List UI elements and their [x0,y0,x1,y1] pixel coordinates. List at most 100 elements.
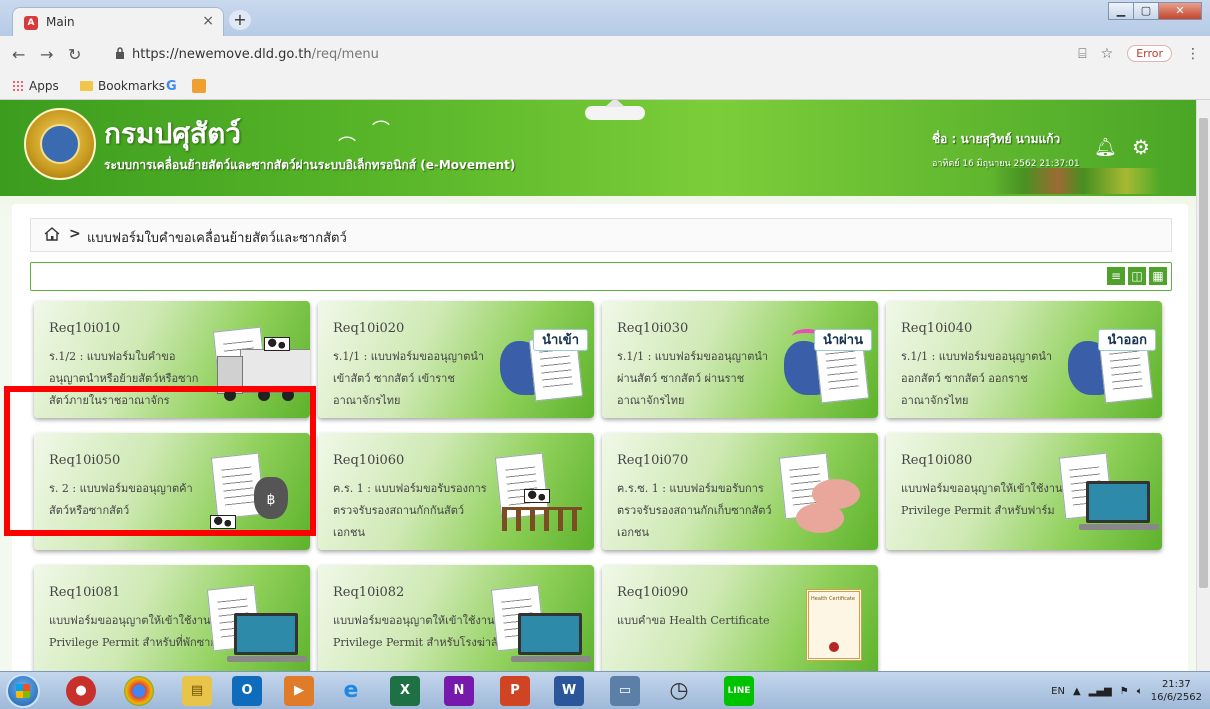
bookmark-app-icon [192,79,206,93]
form-card-req10i030[interactable]: Req10i030 ร.1/1 : แบบฟอร์มขออนุญาตนำผ่าน… [602,301,878,418]
forward-arrow-icon[interactable]: → [40,45,53,64]
form-card-req10i081[interactable]: Req10i081 แบบฟอร์มขออนุญาตให้เข้าใช้งาน … [34,565,310,671]
card-code: Req10i080 [901,453,973,468]
browser-tab-main[interactable]: A Main × [12,7,224,36]
bookmark-orange[interactable] [192,79,206,93]
view-toggle-group: ≡ ◫ ▦ [1107,267,1167,285]
form-card-req10i060[interactable]: Req10i060 ฅ.ร. 1 : แบบฟอร์มขอรับรองการตร… [318,433,594,550]
tab-close-icon[interactable]: × [202,13,214,29]
airplane-decoration [585,100,645,120]
clock-date: 16/6/2562 [1150,692,1202,703]
network-icon[interactable]: ⚑ [1120,686,1129,697]
notification-bell-icon[interactable]: 🔔︎ [1094,137,1117,158]
form-card-req10i082[interactable]: Req10i082 แบบฟอร์มขออนุญาตให้เข้าใช้งาน … [318,565,594,671]
card-description: ร.1/1 : แบบฟอร์มขออนุญาตนำผ่านสัตว์ ซากส… [617,350,769,407]
chrome-icon[interactable] [124,676,154,706]
settings-gear-icon[interactable]: ⚙ [1132,135,1150,159]
outlook-icon[interactable]: O [232,676,262,706]
close-window-button[interactable]: ✕ [1158,2,1202,20]
bookmark-google[interactable]: G [166,79,177,94]
health-certificate-illustration: Health Certificate [778,587,870,667]
grid-view-button[interactable]: ▦ [1149,267,1167,285]
card-badge: นำออก [1098,329,1156,351]
page-viewport: กรมปศุสัตว์ ระบบการเคลื่อนย้ายสัตว์และซา… [0,100,1196,671]
card-code: Req10i040 [901,321,973,336]
bird-decoration-icon: ⌒ [338,136,356,157]
bookmark-star-icon[interactable]: ☆ [1101,46,1114,62]
back-arrow-icon[interactable]: ← [12,45,25,64]
browser-toolbar: ← → ↻ https://newemove.dld.go.th/req/men… [0,36,1210,74]
quarantine-illustration [494,452,586,535]
start-button[interactable] [6,674,40,708]
minimize-button[interactable]: ▁ [1108,2,1134,20]
clock-app-icon[interactable]: ◷ [664,676,694,706]
breadcrumb-current: แบบฟอร์มใบคำขอเคลื่อนย้ายสัตว์และซากสัตว… [87,231,347,246]
address-bar[interactable]: https://newemove.dld.go.th/req/menu [100,42,1160,68]
maximize-button[interactable]: ▢ [1133,2,1159,20]
card-code: Req10i082 [333,585,405,600]
form-card-req10i070[interactable]: Req10i070 ฅ.ร.ซ. 1 : แบบฟอร์มขอรับการตรว… [602,433,878,550]
laptop-illustration [206,584,307,667]
filter-bar: ≡ ◫ ▦ [30,262,1172,291]
form-card-req10i090[interactable]: Req10i090 แบบคำขอ Health Certificate Hea… [602,565,878,671]
line-app-icon[interactable]: LINE [724,676,754,706]
language-indicator[interactable]: EN [1051,686,1065,697]
red-highlight-box [4,386,316,536]
site-favicon-icon: A [24,16,38,30]
home-icon[interactable] [44,227,60,241]
user-name: ชื่อ : นายสุวิทย์ นามแก้ว [932,132,1061,146]
reload-icon[interactable]: ↻ [68,45,81,64]
card-code: Req10i020 [333,321,405,336]
tab-title: Main [46,15,75,29]
form-card-req10i040[interactable]: Req10i040 ร.1/1 : แบบฟอร์มขออนุญาตนำออกส… [886,301,1162,418]
list-view-button[interactable]: ≡ [1107,267,1125,285]
card-description: ร.1/1 : แบบฟอร์มขออนุญาตนำออกสัตว์ ซากสั… [901,350,1053,407]
card-code: Req10i090 [617,585,689,600]
apps-grid-icon [12,80,24,92]
card-description: ฅ.ร. 1 : แบบฟอร์มขอรับรองการตรวจรับรองสถ… [333,482,487,539]
windows-taskbar: ● ▤ O ▶ e X N P W ▭ ◷ LINE EN ▲ ▂▄▆ ⚑ 🔈︎… [0,671,1210,709]
word-icon[interactable]: W [554,676,584,706]
page-scrollbar[interactable] [1196,100,1210,671]
media-player-icon[interactable]: ▶ [284,676,314,706]
volume-icon[interactable]: 🔈︎ [1137,686,1143,697]
excel-icon[interactable]: X [390,676,420,706]
card-code: Req10i060 [333,453,405,468]
card-code: Req10i070 [617,453,689,468]
bird-decoration-icon: ⌒ [372,120,390,141]
window-controls: ▁ ▢ ✕ [1108,2,1202,22]
menu-dots-icon[interactable]: ⋮ [1186,46,1200,62]
tray-expand-icon[interactable]: ▲ [1073,686,1081,697]
printer-icon[interactable]: ▭ [610,676,640,706]
breadcrumb: > แบบฟอร์มใบคำขอเคลื่อนย้ายสัตว์และซากสั… [30,218,1172,252]
clock-time: 21:37 [1161,679,1191,690]
new-tab-button[interactable]: + [229,10,251,30]
card-description: ฅ.ร.ซ. 1 : แบบฟอร์มขอรับการตรวจรับรองสถา… [617,482,772,539]
lock-icon [116,47,124,59]
system-clock[interactable]: 21:37 16/6/2562 [1151,678,1202,704]
form-card-req10i080[interactable]: Req10i080 แบบฟอร์มขออนุญาตให้เข้าใช้งาน … [886,433,1162,550]
carcass-storage-illustration [778,452,870,535]
card-badge: นำผ่าน [814,329,872,351]
google-icon: G [166,79,177,94]
bookmark-label: Bookmarks [98,79,166,93]
bookmark-apps[interactable]: Apps [12,79,59,93]
system-tray: EN ▲ ▂▄▆ ⚑ 🔈︎ 21:37 16/6/2562 [1051,676,1202,706]
browser-tabstrip: A Main × + ▁ ▢ ✕ [0,0,1210,36]
bookmark-label: Apps [29,79,59,93]
form-card-req10i020[interactable]: Req10i020 ร.1/1 : แบบฟอร์มขออนุญาตนำเข้า… [318,301,594,418]
powerpoint-icon[interactable]: P [500,676,530,706]
laptop-illustration [490,584,591,667]
profile-error-button[interactable]: Error [1127,45,1172,62]
scrollbar-thumb[interactable] [1199,118,1208,588]
department-name: กรมปศุสัตว์ [104,117,241,150]
split-view-button[interactable]: ◫ [1128,267,1146,285]
translate-icon[interactable]: ⌸ [1078,46,1086,62]
file-explorer-icon[interactable]: ▤ [182,676,212,706]
bookmark-folder[interactable]: Bookmarks [80,79,165,93]
pin-app-icon[interactable]: ● [66,676,96,706]
internet-explorer-icon[interactable]: e [336,676,366,706]
signal-icon[interactable]: ▂▄▆ [1089,686,1112,697]
url-text: https://newemove.dld.go.th/req/menu [132,47,379,62]
onenote-icon[interactable]: N [444,676,474,706]
